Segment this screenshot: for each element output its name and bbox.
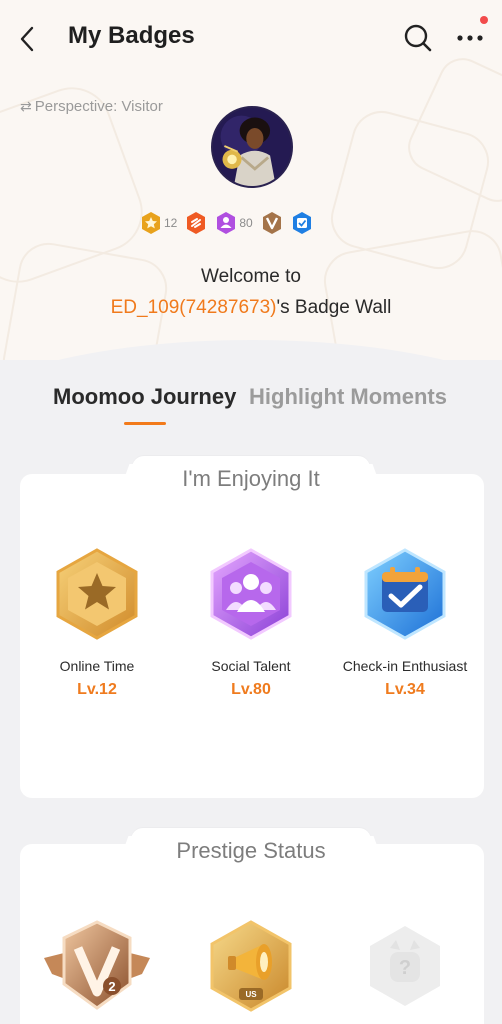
more-dots-icon [457,35,483,41]
badge-name: Online Time [59,658,135,674]
svg-text:?: ? [399,957,411,979]
more-options-button[interactable] [454,16,488,54]
v2-winged-shield-icon: 2 [44,920,150,1010]
badge-online-time[interactable]: Online Time Lv.12 [32,546,162,699]
badge-social-talent[interactable]: Social Talent Lv.80 [186,546,316,699]
people-hex-icon [210,548,292,640]
badge-name: Check-in Enthusiast [342,658,468,674]
avatar[interactable] [211,106,293,188]
section-title: Prestige Status [131,828,371,874]
page-title: My Badges [68,22,195,49]
badge-prestige-v2[interactable]: 2 [32,918,162,1019]
badge-summary-item[interactable]: 12 [140,211,177,235]
badge-summary-item[interactable] [185,211,207,235]
svg-text:2: 2 [108,979,115,994]
tab-bar: Moomoo Journey Highlight Moments [0,384,502,428]
checkin-hex-badge-icon [292,212,311,234]
back-button[interactable] [12,22,42,56]
badge-prestige-locked[interactable]: ? [340,918,470,1019]
notification-dot [480,16,488,24]
badge-level: Lv.34 [385,681,425,698]
badge-summary-item[interactable] [261,211,283,235]
search-button[interactable] [402,22,434,54]
badge-check-in-enthusiast[interactable]: Check-in Enthusiast Lv.34 [340,546,470,699]
badge-summary-strip: 12 80 [140,210,313,236]
username-link[interactable]: ED_109(74287673) [111,297,277,318]
chevron-left-icon [20,26,34,52]
badge-name: Social Talent [211,658,291,674]
badge-wall-title: ED_109(74287673)'s Badge Wall [0,297,502,319]
calendar-check-hex-icon [364,548,446,640]
welcome-text: Welcome to [201,266,301,287]
v2-shield-badge-icon [262,212,281,234]
locked-question-hex-icon: ? [370,926,440,1006]
section-title: I'm Enjoying It [132,456,370,502]
group-hex-badge-icon [217,212,236,234]
badge-prestige-megaphone[interactable]: US [186,918,316,1019]
badge-summary-item[interactable]: 80 [215,211,253,235]
active-tab-indicator [124,422,166,425]
badge-count: 12 [164,216,178,230]
perspective-label: Perspective: Visitor [34,98,163,115]
badge-wall-suffix: 's Badge Wall [276,297,392,318]
star-hex-icon [56,548,138,640]
svg-text:US: US [245,990,257,999]
badge-summary-item[interactable] [291,211,313,235]
star-hex-badge-icon [142,212,160,234]
badge-level: Lv.80 [231,681,271,698]
megaphone-us-hex-icon: US [210,920,292,1012]
nav-bar: My Badges [0,0,502,76]
swap-arrows-icon: ⇄ [20,98,32,114]
perspective-toggle[interactable]: ⇄ Perspective: Visitor [20,98,163,115]
badge-count: 80 [239,216,253,230]
search-icon [404,24,432,52]
avatar-image [213,108,291,186]
tab-highlight-moments[interactable]: Highlight Moments [249,384,447,410]
badge-level: Lv.12 [77,681,117,698]
tab-moomoo-journey[interactable]: Moomoo Journey [53,384,236,410]
fire-hex-badge-icon [187,212,206,234]
